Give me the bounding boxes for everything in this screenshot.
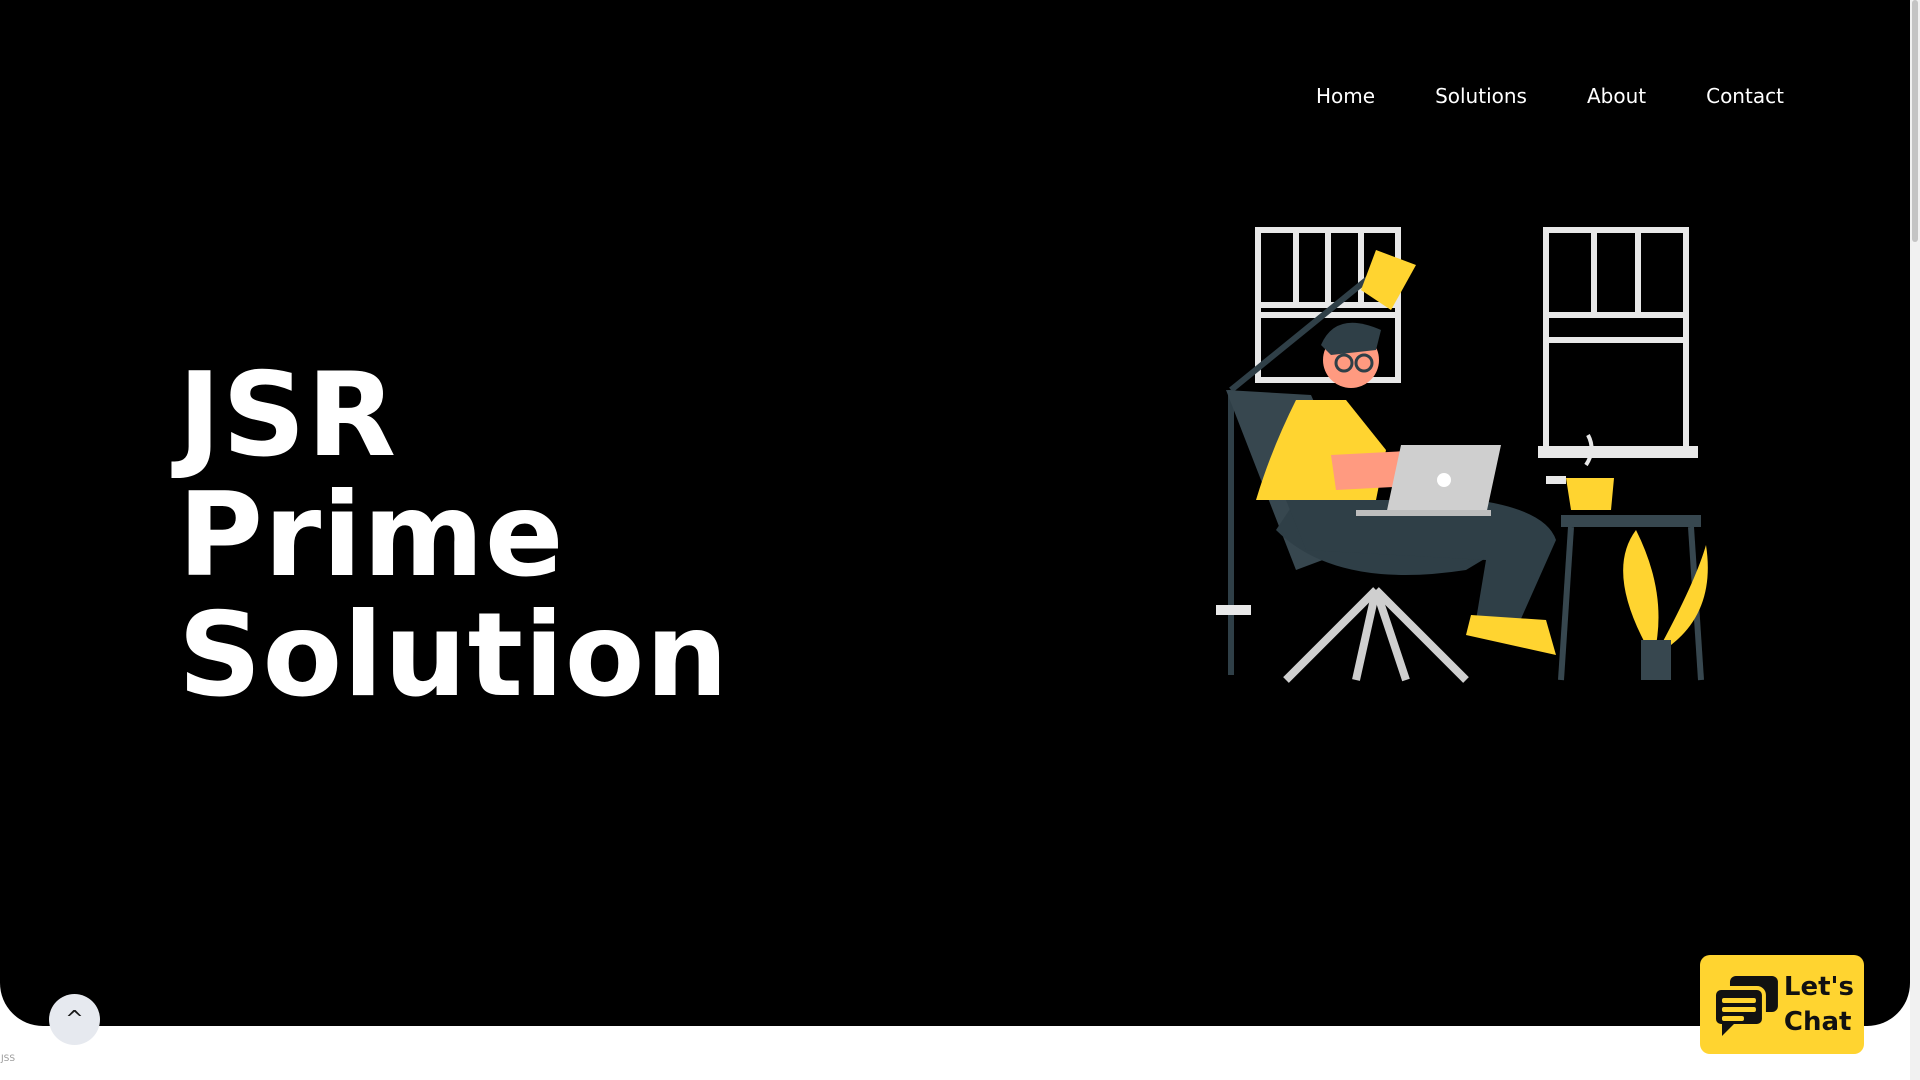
hero-section: Home Solutions About Contact JSR Prime S…: [0, 0, 1910, 1026]
person-laptop-illustration: [1216, 227, 1708, 683]
hero-title: JSR Prime Solution: [178, 356, 729, 716]
lets-chat-button[interactable]: Let's Chat: [1700, 955, 1864, 1054]
nav-solutions[interactable]: Solutions: [1435, 84, 1527, 108]
page-scrollbar[interactable]: [1910, 0, 1920, 1080]
footer-tiny-text: JSS: [1, 1054, 16, 1064]
hero-title-line-3: Solution: [178, 588, 730, 723]
chat-button-label: Let's Chat: [1783, 971, 1854, 1037]
hero-title-line-2: Prime: [178, 468, 565, 603]
window-right: [1543, 227, 1689, 453]
nav-contact[interactable]: Contact: [1706, 84, 1784, 108]
page-scrollbar-thumb[interactable]: [1912, 0, 1918, 242]
main-nav: Home Solutions About Contact: [1316, 80, 1784, 112]
scroll-to-top-button[interactable]: ^: [49, 994, 100, 1045]
nav-home[interactable]: Home: [1316, 84, 1375, 108]
chat-bubbles-icon: [1711, 975, 1778, 1036]
nav-about[interactable]: About: [1587, 84, 1646, 108]
hero-title-line-1: JSR: [178, 348, 398, 483]
